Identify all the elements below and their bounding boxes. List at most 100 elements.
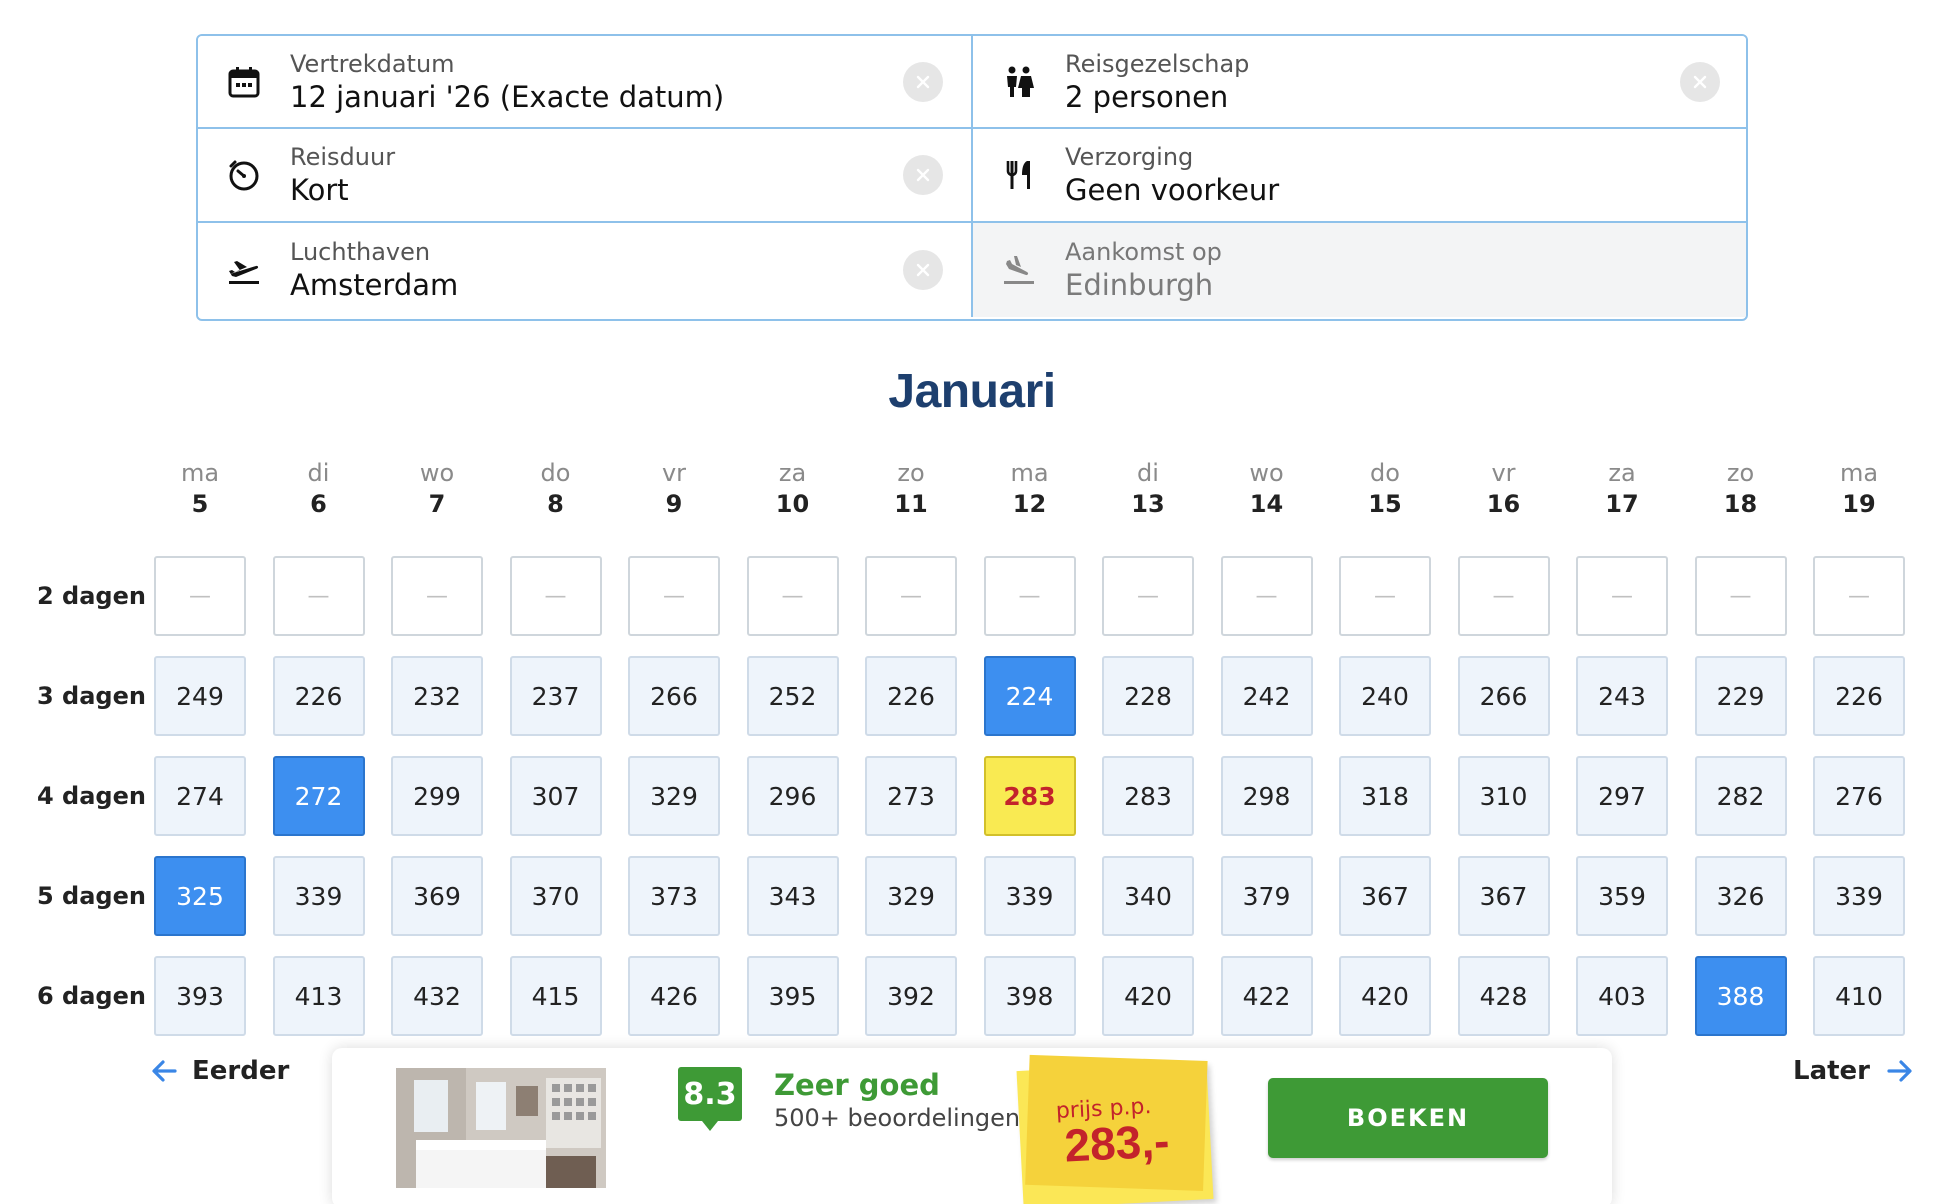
filter-label: Aankomst op xyxy=(1065,238,1222,266)
duration-row-label: 6 dagen xyxy=(37,982,146,1010)
price-cell[interactable]: 369 xyxy=(391,856,483,936)
price-cell-unavailable: — xyxy=(391,556,483,636)
price-cell[interactable]: 242 xyxy=(1220,656,1313,736)
filter-reisgezelschap[interactable]: Reisgezelschap 2 personen xyxy=(973,36,1746,129)
price-cell[interactable]: 403 xyxy=(1576,956,1668,1036)
price-cell[interactable]: 420 xyxy=(1339,956,1431,1036)
filter-label: Vertrekdatum xyxy=(290,49,455,78)
price-cell[interactable]: 393 xyxy=(154,956,246,1036)
price-cell-unavailable: — xyxy=(1102,556,1194,636)
review-score-badge: 8.3 xyxy=(678,1067,742,1131)
duration-row-label: 2 dagen xyxy=(37,582,146,610)
price-cell[interactable]: 243 xyxy=(1576,656,1668,736)
price-cell-unavailable: — xyxy=(1220,556,1313,636)
day-name: do xyxy=(1370,459,1400,487)
booking-bar: 8.3 Zeer goed 500+ beoordelingen prijs p… xyxy=(332,1048,1612,1204)
price-cell[interactable]: 298 xyxy=(1220,756,1313,836)
price-cell[interactable]: 420 xyxy=(1102,956,1194,1036)
filter-value: Amsterdam xyxy=(290,268,459,302)
price-cell[interactable]: 272 xyxy=(272,756,365,836)
filter-vertrekdatum[interactable]: Vertrekdatum 12 januari '26 (Exacte datum… xyxy=(198,36,973,129)
hotel-photo[interactable] xyxy=(396,1068,606,1188)
price-cell[interactable]: 249 xyxy=(154,656,246,736)
day-header: ma 19 xyxy=(1813,458,1905,520)
price-cell[interactable]: 237 xyxy=(509,656,602,736)
price-cell[interactable]: 370 xyxy=(509,856,602,936)
price-cell[interactable]: 273 xyxy=(865,756,957,836)
day-number: 18 xyxy=(1723,490,1758,518)
price-cell[interactable]: 398 xyxy=(983,956,1076,1036)
price-cell[interactable]: 240 xyxy=(1339,656,1431,736)
price-cell[interactable]: 310 xyxy=(1457,756,1550,836)
price-cell[interactable]: 343 xyxy=(746,856,839,936)
clear-icon[interactable] xyxy=(903,155,943,195)
price-cell[interactable]: 283 xyxy=(1102,756,1194,836)
month-title: Januari xyxy=(888,365,1056,418)
price-cell[interactable]: 307 xyxy=(509,756,602,836)
calendar-icon xyxy=(198,64,290,100)
price-cell[interactable]: 252 xyxy=(746,656,839,736)
price-cell[interactable]: 388 xyxy=(1694,956,1787,1036)
price-cell[interactable]: 367 xyxy=(1457,856,1550,936)
clear-icon[interactable] xyxy=(903,250,943,290)
day-header: ma 5 xyxy=(154,458,246,520)
price-cell[interactable]: 339 xyxy=(983,856,1076,936)
day-name: za xyxy=(778,459,807,487)
filter-reisduur[interactable]: Reisduur Kort xyxy=(198,129,973,223)
price-cell[interactable]: 413 xyxy=(272,956,365,1036)
price-cell[interactable]: 282 xyxy=(1694,756,1787,836)
price-cell[interactable]: 379 xyxy=(1220,856,1313,936)
clear-icon[interactable] xyxy=(1680,61,1720,102)
price-cell[interactable]: 339 xyxy=(272,856,365,936)
price-cell[interactable]: 339 xyxy=(1813,856,1905,936)
price-cell[interactable]: 325 xyxy=(154,856,246,936)
price-cell[interactable]: 318 xyxy=(1339,756,1431,836)
price-cell[interactable]: 326 xyxy=(1694,856,1787,936)
price-cell[interactable]: 415 xyxy=(509,956,602,1036)
day-number: 16 xyxy=(1486,490,1521,518)
review-count[interactable]: 500+ beoordelingen xyxy=(774,1104,1020,1132)
price-cell-unavailable: — xyxy=(628,556,720,636)
price-cell[interactable]: 426 xyxy=(628,956,720,1036)
price-value: 283,- xyxy=(1063,1114,1171,1172)
price-cell[interactable]: 229 xyxy=(1694,656,1787,736)
price-cell[interactable]: 373 xyxy=(628,856,720,936)
filter-luchthaven[interactable]: Luchthaven Amsterdam xyxy=(198,223,973,317)
price-cell[interactable]: 232 xyxy=(391,656,483,736)
price-cell[interactable]: 296 xyxy=(746,756,839,836)
price-cell[interactable]: 340 xyxy=(1102,856,1194,936)
price-cell[interactable]: 329 xyxy=(865,856,957,936)
price-cell[interactable]: 329 xyxy=(628,756,720,836)
later-button[interactable]: Later xyxy=(1793,1055,1916,1087)
price-cell[interactable]: 422 xyxy=(1220,956,1313,1036)
day-header: wo 14 xyxy=(1221,458,1313,520)
price-cell[interactable]: 274 xyxy=(154,756,246,836)
price-cell[interactable]: 226 xyxy=(865,656,957,736)
price-cell[interactable]: 367 xyxy=(1339,856,1431,936)
price-cell[interactable]: 392 xyxy=(865,956,957,1036)
price-cell[interactable]: 224 xyxy=(983,656,1076,736)
earlier-button[interactable]: Eerder xyxy=(148,1055,289,1087)
price-cell[interactable]: 228 xyxy=(1102,656,1194,736)
price-cell[interactable]: 299 xyxy=(391,756,483,836)
duration-row-label: 5 dagen xyxy=(37,882,146,910)
day-name: vr xyxy=(1491,459,1516,487)
price-cell[interactable]: 395 xyxy=(746,956,839,1036)
price-cell[interactable]: 283 xyxy=(983,756,1076,836)
later-label: Later xyxy=(1793,1056,1870,1086)
price-cell[interactable]: 297 xyxy=(1576,756,1668,836)
filter-verzorging[interactable]: Verzorging Geen voorkeur xyxy=(973,129,1746,223)
book-button[interactable]: BOEKEN xyxy=(1268,1078,1548,1158)
price-cell[interactable]: 266 xyxy=(628,656,720,736)
price-cell[interactable]: 410 xyxy=(1813,956,1905,1036)
day-number: 9 xyxy=(665,490,683,518)
clear-icon[interactable] xyxy=(903,61,943,102)
price-cell[interactable]: 359 xyxy=(1576,856,1668,936)
price-cell[interactable]: 226 xyxy=(1813,656,1905,736)
price-cell[interactable]: 428 xyxy=(1457,956,1550,1036)
price-cell[interactable]: 276 xyxy=(1813,756,1905,836)
price-cell[interactable]: 432 xyxy=(391,956,483,1036)
review-score-title: Zeer goed xyxy=(774,1068,940,1102)
price-cell[interactable]: 226 xyxy=(272,656,365,736)
price-cell[interactable]: 266 xyxy=(1457,656,1550,736)
